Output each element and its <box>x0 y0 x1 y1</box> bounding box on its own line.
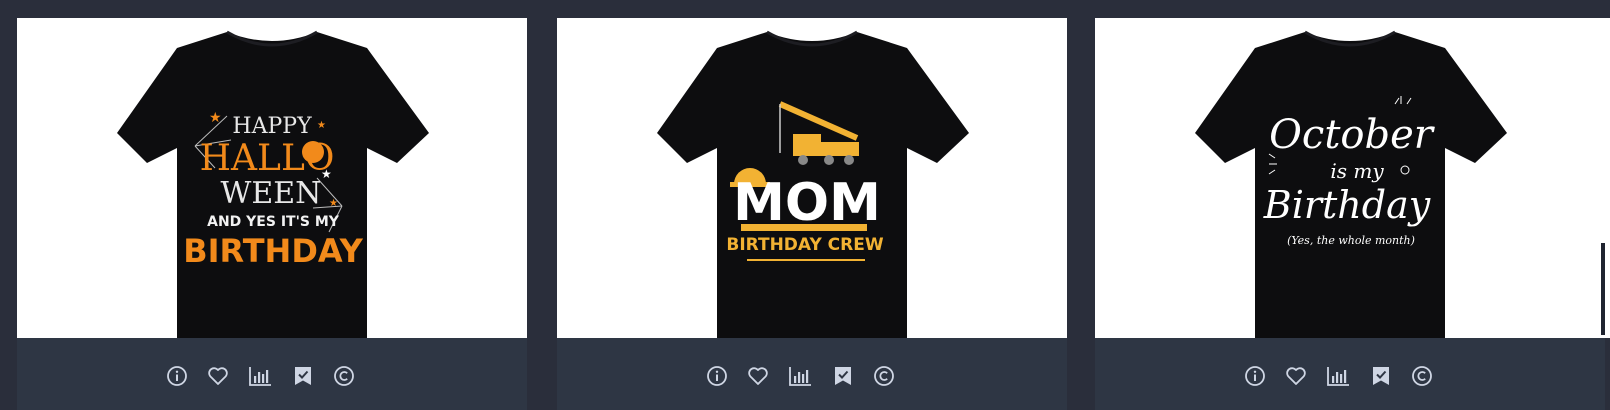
heart-icon <box>748 367 768 385</box>
copyright-button[interactable] <box>332 364 356 388</box>
shirt-text-birthday: Birthday <box>1263 183 1431 227</box>
bookmark-check-icon <box>295 367 311 385</box>
bookmark-check-icon <box>835 367 851 385</box>
product-card[interactable]: HAPPY HALLO WEEN AND YES IT'S MY BIRTHDA… <box>17 18 527 410</box>
save-button[interactable] <box>831 364 855 388</box>
favorite-button[interactable] <box>746 364 770 388</box>
shirt-text-ween: WEEN <box>221 176 322 211</box>
chart-icon <box>249 367 271 386</box>
shirt-text-october: October <box>1269 112 1436 158</box>
next-card-edge <box>1601 18 1610 338</box>
info-button[interactable] <box>165 364 189 388</box>
product-card[interactable]: October is my Birthday (Yes, the whole m… <box>1095 18 1605 410</box>
bookmark-check-icon <box>1373 367 1389 385</box>
save-button[interactable] <box>1369 364 1393 388</box>
favorite-button[interactable] <box>206 364 230 388</box>
shirt-text-birthday-crew: BIRTHDAY CREW <box>726 235 883 255</box>
heart-icon <box>1286 367 1306 385</box>
product-image[interactable]: October is my Birthday (Yes, the whole m… <box>1095 18 1605 338</box>
star-icon: ★ <box>329 198 338 209</box>
chart-icon <box>1327 367 1349 386</box>
shirt-text-is-my: is my <box>1330 159 1384 183</box>
product-actions <box>17 338 527 410</box>
shirt-text-whole-month: (Yes, the whole month) <box>1287 234 1415 247</box>
tshirt-mockup: MOM BIRTHDAY CREW <box>657 30 969 338</box>
star-icon: ★ <box>321 167 332 181</box>
heart-icon <box>208 367 228 385</box>
stats-button[interactable] <box>248 364 272 388</box>
copyright-button[interactable] <box>872 364 896 388</box>
stats-button[interactable] <box>1326 364 1350 388</box>
pumpkin-icon <box>302 141 324 163</box>
chart-icon <box>789 367 811 386</box>
copyright-button[interactable] <box>1410 364 1434 388</box>
info-icon <box>167 366 187 386</box>
stats-button[interactable] <box>788 364 812 388</box>
tshirt-mockup: October is my Birthday (Yes, the whole m… <box>1195 30 1507 338</box>
product-card[interactable]: MOM BIRTHDAY CREW <box>557 18 1067 410</box>
copyright-icon <box>334 366 354 386</box>
product-actions <box>1095 338 1605 410</box>
shirt-text-and-yes: AND YES IT'S MY <box>207 214 340 230</box>
copyright-icon <box>874 366 894 386</box>
star-icon: ★ <box>317 120 326 131</box>
info-button[interactable] <box>1243 364 1267 388</box>
copyright-icon <box>1412 366 1432 386</box>
info-button[interactable] <box>705 364 729 388</box>
product-image[interactable]: HAPPY HALLO WEEN AND YES IT'S MY BIRTHDA… <box>17 18 527 338</box>
shirt-text-happy: HAPPY <box>232 114 312 139</box>
hazard-stripe <box>741 224 867 231</box>
product-image[interactable]: MOM BIRTHDAY CREW <box>557 18 1067 338</box>
favorite-button[interactable] <box>1284 364 1308 388</box>
shirt-text-birthday: BIRTHDAY <box>183 232 363 270</box>
star-icon: ★ <box>209 109 222 125</box>
product-grid: HAPPY HALLO WEEN AND YES IT'S MY BIRTHDA… <box>0 0 1610 410</box>
info-icon <box>1245 366 1265 386</box>
tshirt-mockup: HAPPY HALLO WEEN AND YES IT'S MY BIRTHDA… <box>117 30 429 338</box>
product-actions <box>557 338 1067 410</box>
info-icon <box>707 366 727 386</box>
save-button[interactable] <box>291 364 315 388</box>
